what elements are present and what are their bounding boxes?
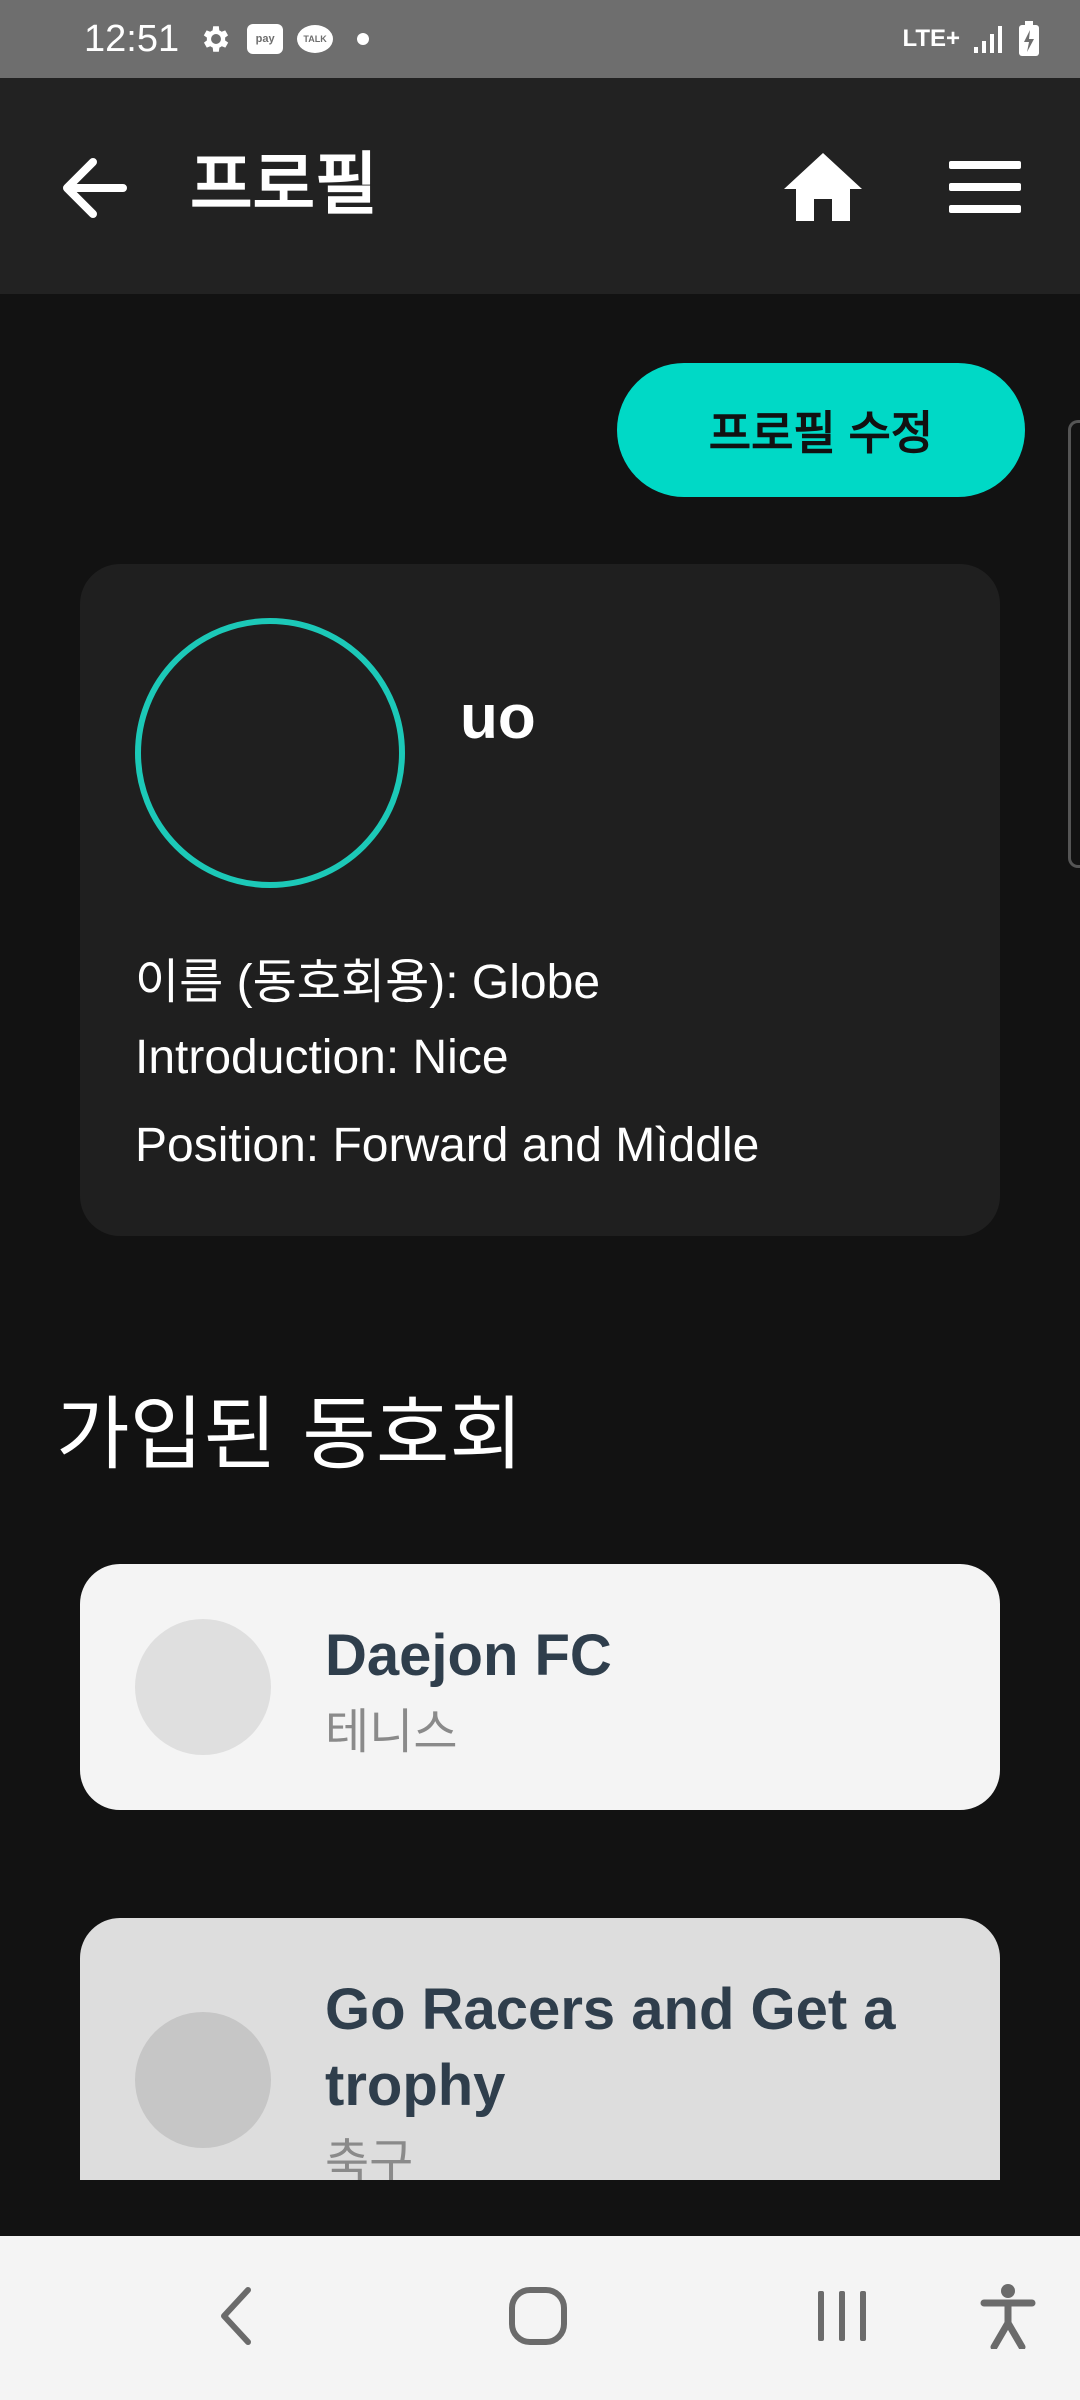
battery-icon <box>1018 21 1040 57</box>
accessibility-icon <box>980 2284 1036 2349</box>
talk-icon: TALK <box>297 25 334 53</box>
club-avatar <box>135 1619 271 1755</box>
back-arrow-icon <box>63 158 127 218</box>
settings-icon <box>199 22 233 56</box>
nav-recents-icon <box>818 2291 866 2341</box>
nav-back-icon <box>221 2287 251 2345</box>
avatar <box>135 618 405 888</box>
status-system-icons: LTE+ <box>902 21 1040 57</box>
joined-clubs-title: 가입된 동호회 <box>56 1388 524 1481</box>
status-time: 12:51 <box>84 17 180 60</box>
club-name: Go Racers and Get a trophy <box>325 1977 896 2118</box>
page-title: 프로필 <box>190 146 378 225</box>
profile-username: uo <box>460 683 536 752</box>
club-name: Daejon FC <box>325 1623 612 1688</box>
club-card[interactable]: Daejon FC 테니스 <box>80 1564 1000 1810</box>
status-bar: 12:51 pay TALK LTE+ <box>0 0 1080 78</box>
profile-name: 이름 (동호회용): Globe <box>135 956 601 1009</box>
edit-profile-button[interactable]: 프로필 수정 <box>617 363 1025 497</box>
notification-dot-icon <box>357 33 370 45</box>
accessibility-button[interactable] <box>958 2266 1058 2366</box>
nav-recents-button[interactable] <box>792 2266 892 2366</box>
home-button[interactable] <box>780 144 866 230</box>
club-avatar <box>135 2012 271 2148</box>
home-icon <box>784 153 862 221</box>
nav-home-icon <box>509 2287 567 2345</box>
top-app-bar: 프로필 <box>0 78 1080 294</box>
profile-position: Position: Forward and Mìddle <box>135 1119 760 1172</box>
signal-icon <box>972 23 1006 55</box>
nav-back-button[interactable] <box>186 2266 286 2366</box>
status-notification-icons: pay TALK <box>199 22 370 56</box>
menu-icon <box>949 161 1021 213</box>
menu-button[interactable] <box>940 144 1030 230</box>
club-category: 축구 <box>325 2134 414 2180</box>
club-category: 테니스 <box>325 1704 458 1760</box>
system-navigation-bar <box>0 2236 1080 2400</box>
pay-icon: pay <box>247 24 284 54</box>
club-card[interactable]: Go Racers and Get a trophy 축구 <box>80 1918 1000 2180</box>
profile-card: uo 이름 (동호회용): Globe Introduction: Nice P… <box>80 564 1000 1236</box>
back-button[interactable] <box>54 148 134 228</box>
scrollbar[interactable] <box>1068 420 1080 868</box>
profile-introduction: Introduction: Nice <box>135 1031 509 1084</box>
nav-home-button[interactable] <box>488 2266 588 2366</box>
network-type: LTE+ <box>902 25 960 52</box>
